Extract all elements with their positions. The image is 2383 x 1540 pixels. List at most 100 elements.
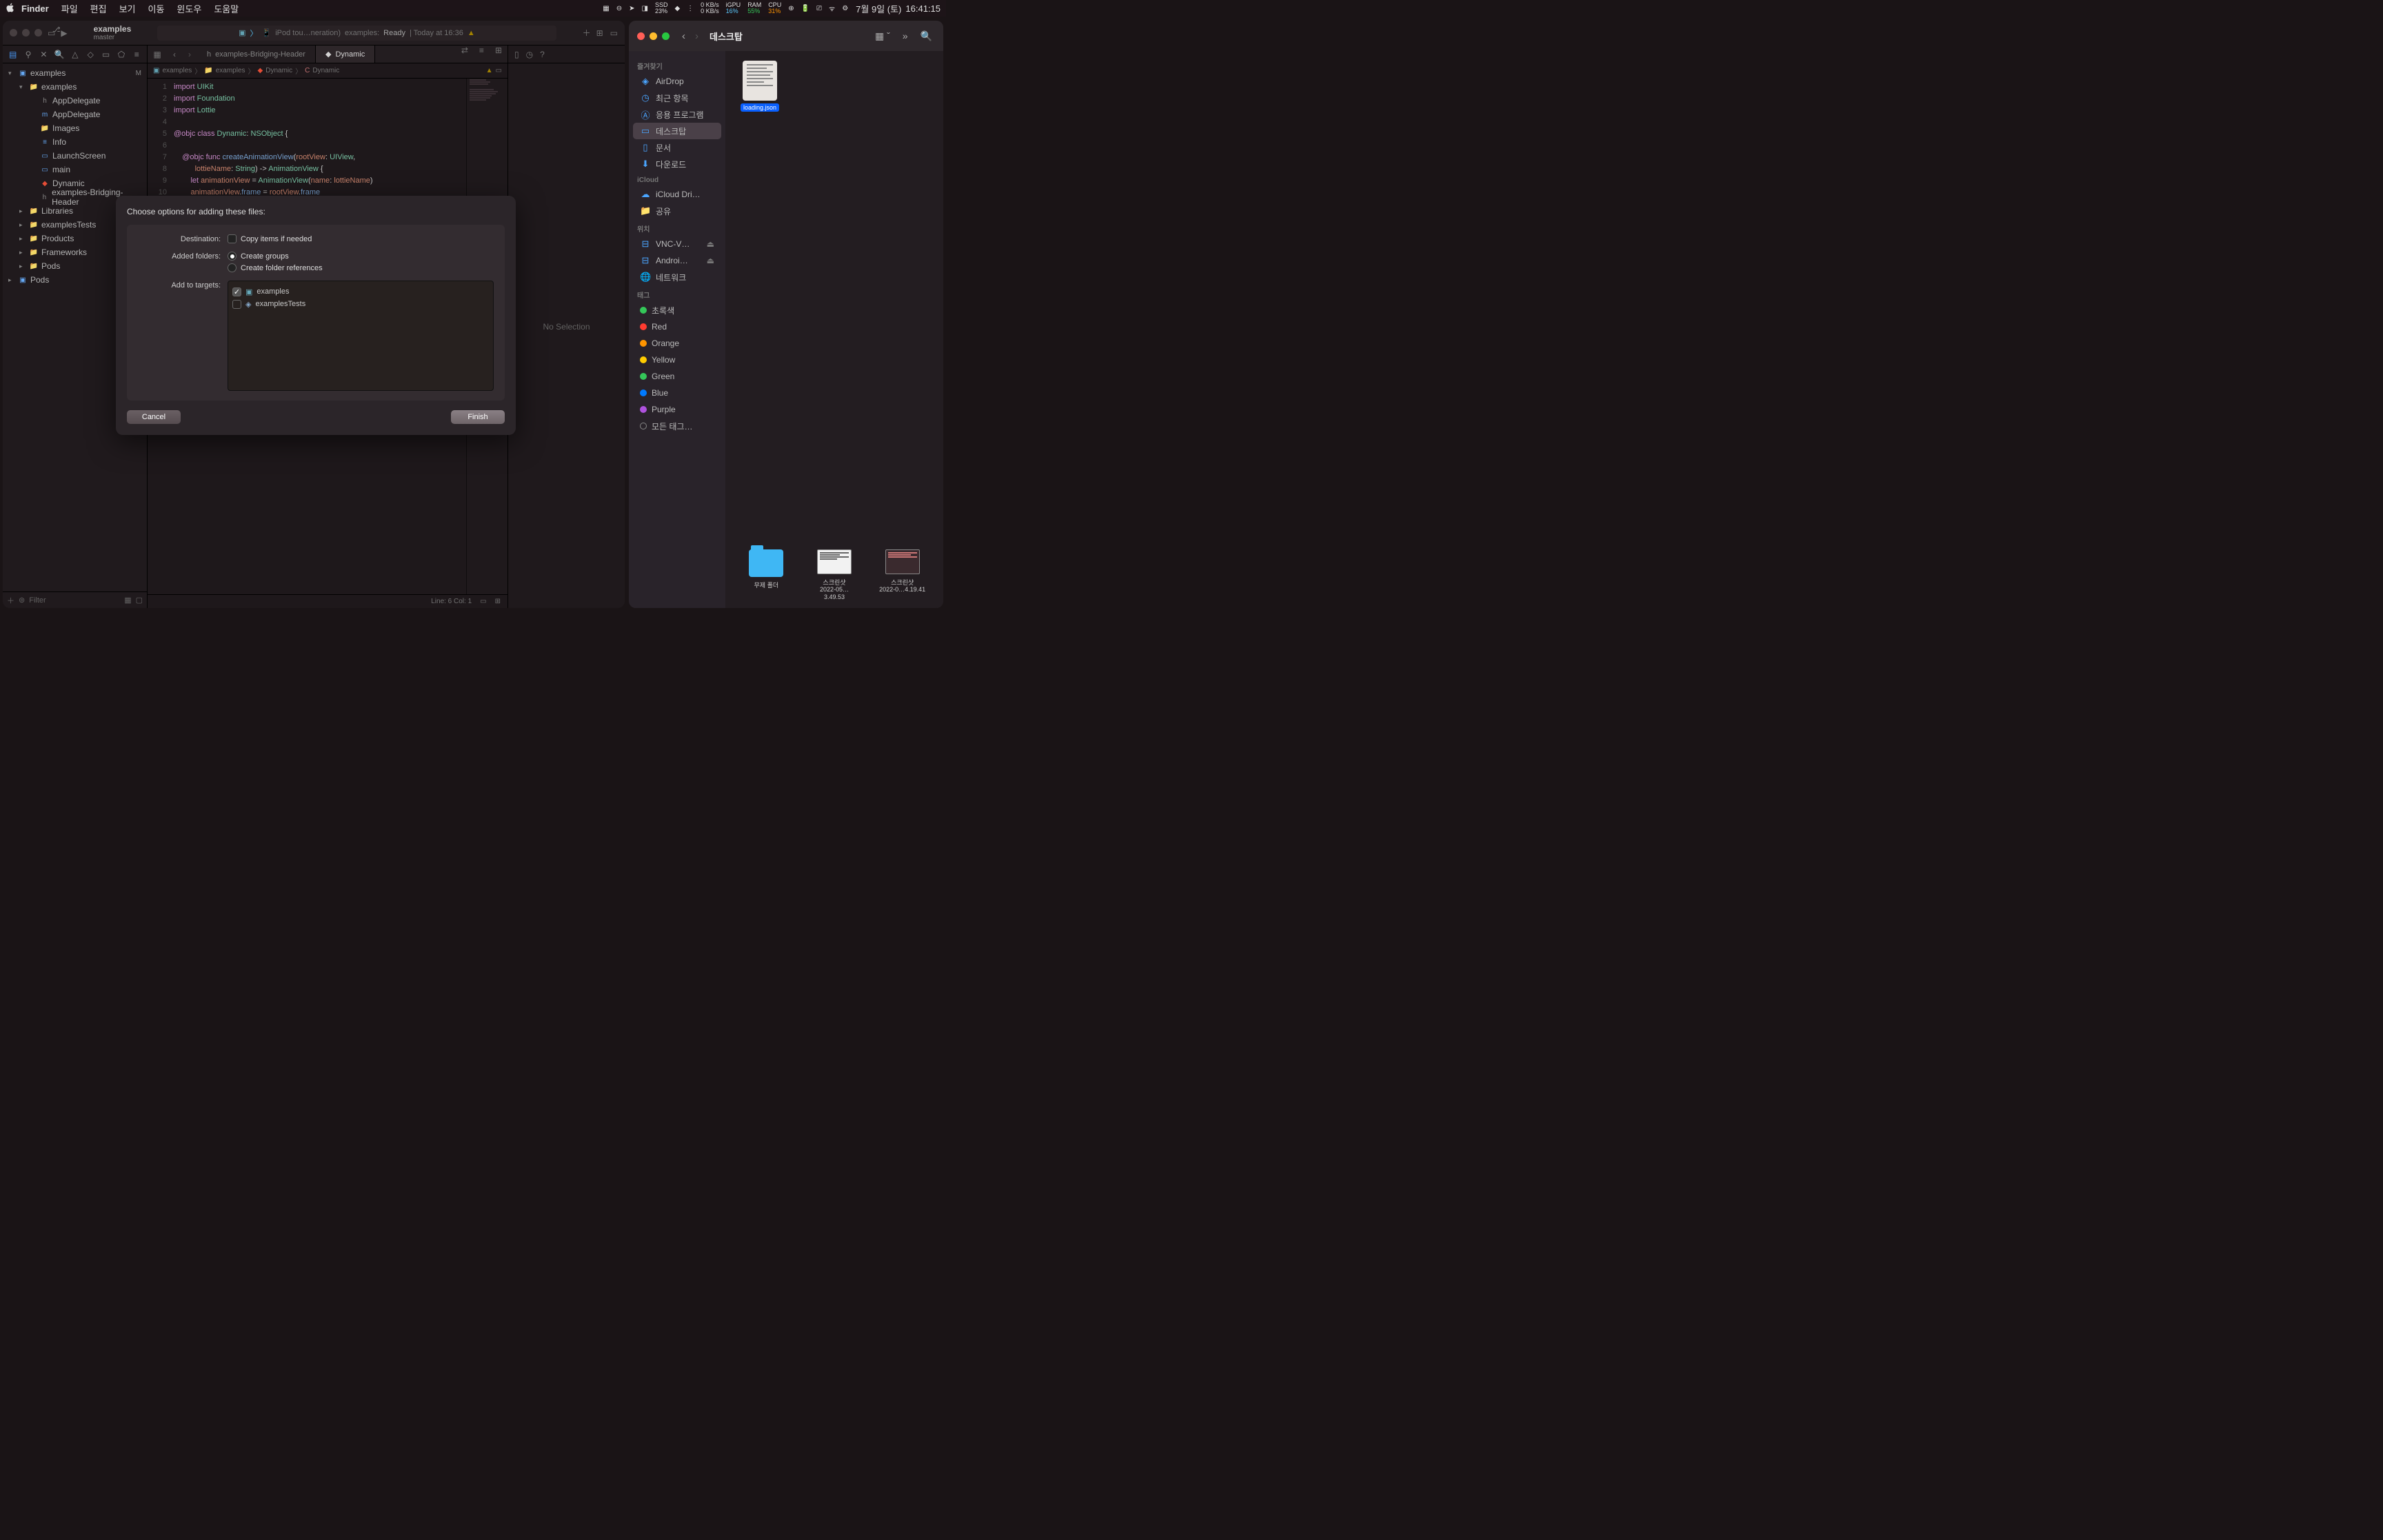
status-icon[interactable]: ➤ [625, 5, 638, 12]
recent-filter-icon[interactable]: ▦ [124, 596, 131, 605]
ram-status[interactable]: RAM55% [744, 2, 765, 14]
forward-icon[interactable]: › [695, 30, 698, 42]
add-editor-icon[interactable]: ⊞ [490, 45, 507, 63]
menu-file[interactable]: 파일 [55, 2, 84, 15]
menu-window[interactable]: 윈도우 [170, 2, 208, 15]
sidebar-item[interactable]: 📁공유 [633, 203, 721, 219]
build-status-bar[interactable]: ▣ 〉 📱 iPod tou…neration) examples: Ready… [157, 26, 556, 41]
scheme-selector[interactable]: ⎇ examples master [94, 24, 132, 41]
inspector-toggle-icon[interactable]: ▭ [610, 28, 618, 38]
add-tab-icon[interactable]: ＋ [583, 27, 591, 39]
sidebar-item[interactable]: ⬇다운로드 [633, 156, 721, 172]
file-inspector-icon[interactable]: ▯ [514, 50, 519, 59]
symbol-nav-icon[interactable]: ✕ [39, 50, 48, 59]
menu-help[interactable]: 도움말 [208, 2, 245, 15]
igpu-status[interactable]: iGPU16% [723, 2, 745, 14]
source-control-nav-icon[interactable]: ⚲ [23, 50, 32, 59]
sidebar-item[interactable]: ⊟Androi…⏏ [633, 252, 721, 269]
back-icon[interactable]: ‹ [682, 30, 685, 42]
sidebar-item[interactable]: Ⓐ응용 프로그램 [633, 106, 721, 123]
ssd-status[interactable]: SSD23% [652, 2, 672, 14]
menu-view[interactable]: 보기 [113, 2, 142, 15]
issue-nav-icon[interactable]: △ [70, 50, 79, 59]
library-icon[interactable]: ⊞ [596, 28, 603, 38]
create-groups-radio[interactable]: Create groups [228, 252, 494, 261]
status-icon[interactable]: ⊖ [613, 5, 625, 12]
target-row[interactable]: ◈examplesTests [232, 298, 489, 310]
tree-item[interactable]: ▭LaunchScreen [3, 149, 147, 163]
wifi-icon[interactable]: ᯤ [825, 3, 838, 13]
battery-icon[interactable]: 🔋 [798, 5, 813, 12]
control-center-icon[interactable]: ⚙ [838, 5, 852, 12]
more-icon[interactable]: » [900, 30, 911, 41]
search-icon[interactable]: 🔍 [918, 30, 935, 42]
menubar-date[interactable]: 7월 9일 (토) [852, 2, 901, 15]
back-icon[interactable]: ‹ [167, 45, 182, 63]
issues-icon[interactable]: ▲ [486, 67, 493, 74]
editor-options-icon[interactable]: ≡ [474, 45, 490, 63]
run-button-icon[interactable]: ▶ [61, 28, 67, 38]
tree-item[interactable]: ≡Info [3, 135, 147, 149]
statusbar-icon[interactable]: ▭ [480, 598, 486, 605]
status-icon[interactable]: ◨ [638, 5, 651, 12]
statusbar-icon[interactable]: ⊞ [495, 598, 501, 605]
sidebar-item[interactable]: Yellow [633, 352, 721, 368]
jump-bar[interactable]: ▣ examples〉 📁 examples〉 ◆ Dynamic〉 C Dyn… [148, 63, 507, 79]
sidebar-item[interactable]: ◷최근 항목 [633, 90, 721, 106]
file-item[interactable]: 스크린샷2022-05…3.49.53 [810, 549, 859, 601]
cancel-button[interactable]: Cancel [127, 410, 181, 424]
minimap-toggle-icon[interactable]: ▭ [496, 67, 502, 74]
network-status[interactable]: 0 KB/s0 KB/s [697, 2, 723, 14]
window-traffic-lights[interactable] [10, 29, 42, 37]
status-icon[interactable]: ◆ [671, 5, 683, 12]
sidebar-item[interactable]: 모든 태그… [633, 418, 721, 434]
sidebar-item[interactable]: ⊟VNC-V…⏏ [633, 236, 721, 252]
sidebar-item[interactable]: 초록색 [633, 302, 721, 318]
sidebar-item[interactable]: ◈AirDrop [633, 73, 721, 90]
target-row[interactable]: ✓▣examples [232, 285, 489, 298]
tree-item[interactable]: ▾▣examplesM [3, 66, 147, 80]
screen-mirror-icon[interactable]: ⎚ [813, 5, 825, 12]
scm-filter-icon[interactable]: ▢ [136, 596, 143, 605]
menu-go[interactable]: 이동 [142, 2, 171, 15]
sidebar-item[interactable]: Orange [633, 335, 721, 352]
test-nav-icon[interactable]: ◇ [86, 50, 95, 59]
file-item[interactable]: 스크린샷2022-0…4.19.41 [878, 549, 927, 601]
copy-items-checkbox[interactable]: Copy items if needed [228, 234, 494, 243]
sidebar-item[interactable]: Blue [633, 385, 721, 401]
filter-input[interactable]: Filter [29, 596, 120, 605]
tree-item[interactable]: mAppDelegate [3, 108, 147, 121]
apple-logo-icon[interactable] [6, 3, 15, 14]
status-icon[interactable]: ▦ [599, 5, 612, 12]
sidebar-item[interactable]: Purple [633, 401, 721, 418]
report-nav-icon[interactable]: ≡ [132, 50, 141, 59]
folder-nav-icon[interactable]: ▤ [8, 50, 17, 59]
editor-tab[interactable]: ◆Dynamic [316, 45, 375, 63]
find-nav-icon[interactable]: 🔍 [54, 50, 64, 59]
tree-item[interactable]: 📁Images [3, 121, 147, 135]
target-checkbox[interactable] [232, 300, 241, 309]
sidebar-item[interactable]: ▯문서 [633, 139, 721, 156]
view-mode-icon[interactable]: ▦ ˇ [872, 30, 893, 42]
sidebar-item[interactable]: Red [633, 318, 721, 335]
breakpoint-nav-icon[interactable]: ⬠ [117, 50, 125, 59]
finish-button[interactable]: Finish [451, 410, 505, 424]
tree-item[interactable]: ▭main [3, 163, 147, 176]
help-inspector-icon[interactable]: ? [540, 50, 545, 59]
related-items-icon[interactable]: ▦ [148, 45, 167, 63]
cpu-status[interactable]: CPU31% [765, 2, 785, 14]
menubar-time[interactable]: 16:41:15 [901, 3, 941, 14]
sidebar-item[interactable]: ▭데스크탑 [633, 123, 721, 139]
app-menu[interactable]: Finder [15, 3, 55, 14]
tree-item[interactable]: ▾📁examples [3, 80, 147, 94]
target-checkbox[interactable]: ✓ [232, 287, 241, 296]
sidebar-item[interactable]: 🌐네트워크 [633, 269, 721, 285]
status-icon[interactable]: ⊕ [785, 5, 797, 12]
editor-tab[interactable]: hexamples-Bridging-Header [197, 45, 316, 63]
history-inspector-icon[interactable]: ◷ [526, 50, 533, 59]
finder-content[interactable]: loading.json 무제 폴더스크린샷2022-05…3.49.53스크린… [725, 51, 943, 608]
file-item[interactable]: 무제 폴더 [741, 549, 791, 601]
add-icon[interactable]: ＋ [7, 595, 14, 606]
create-folder-refs-radio[interactable]: Create folder references [228, 263, 494, 272]
menu-edit[interactable]: 편집 [84, 2, 113, 15]
